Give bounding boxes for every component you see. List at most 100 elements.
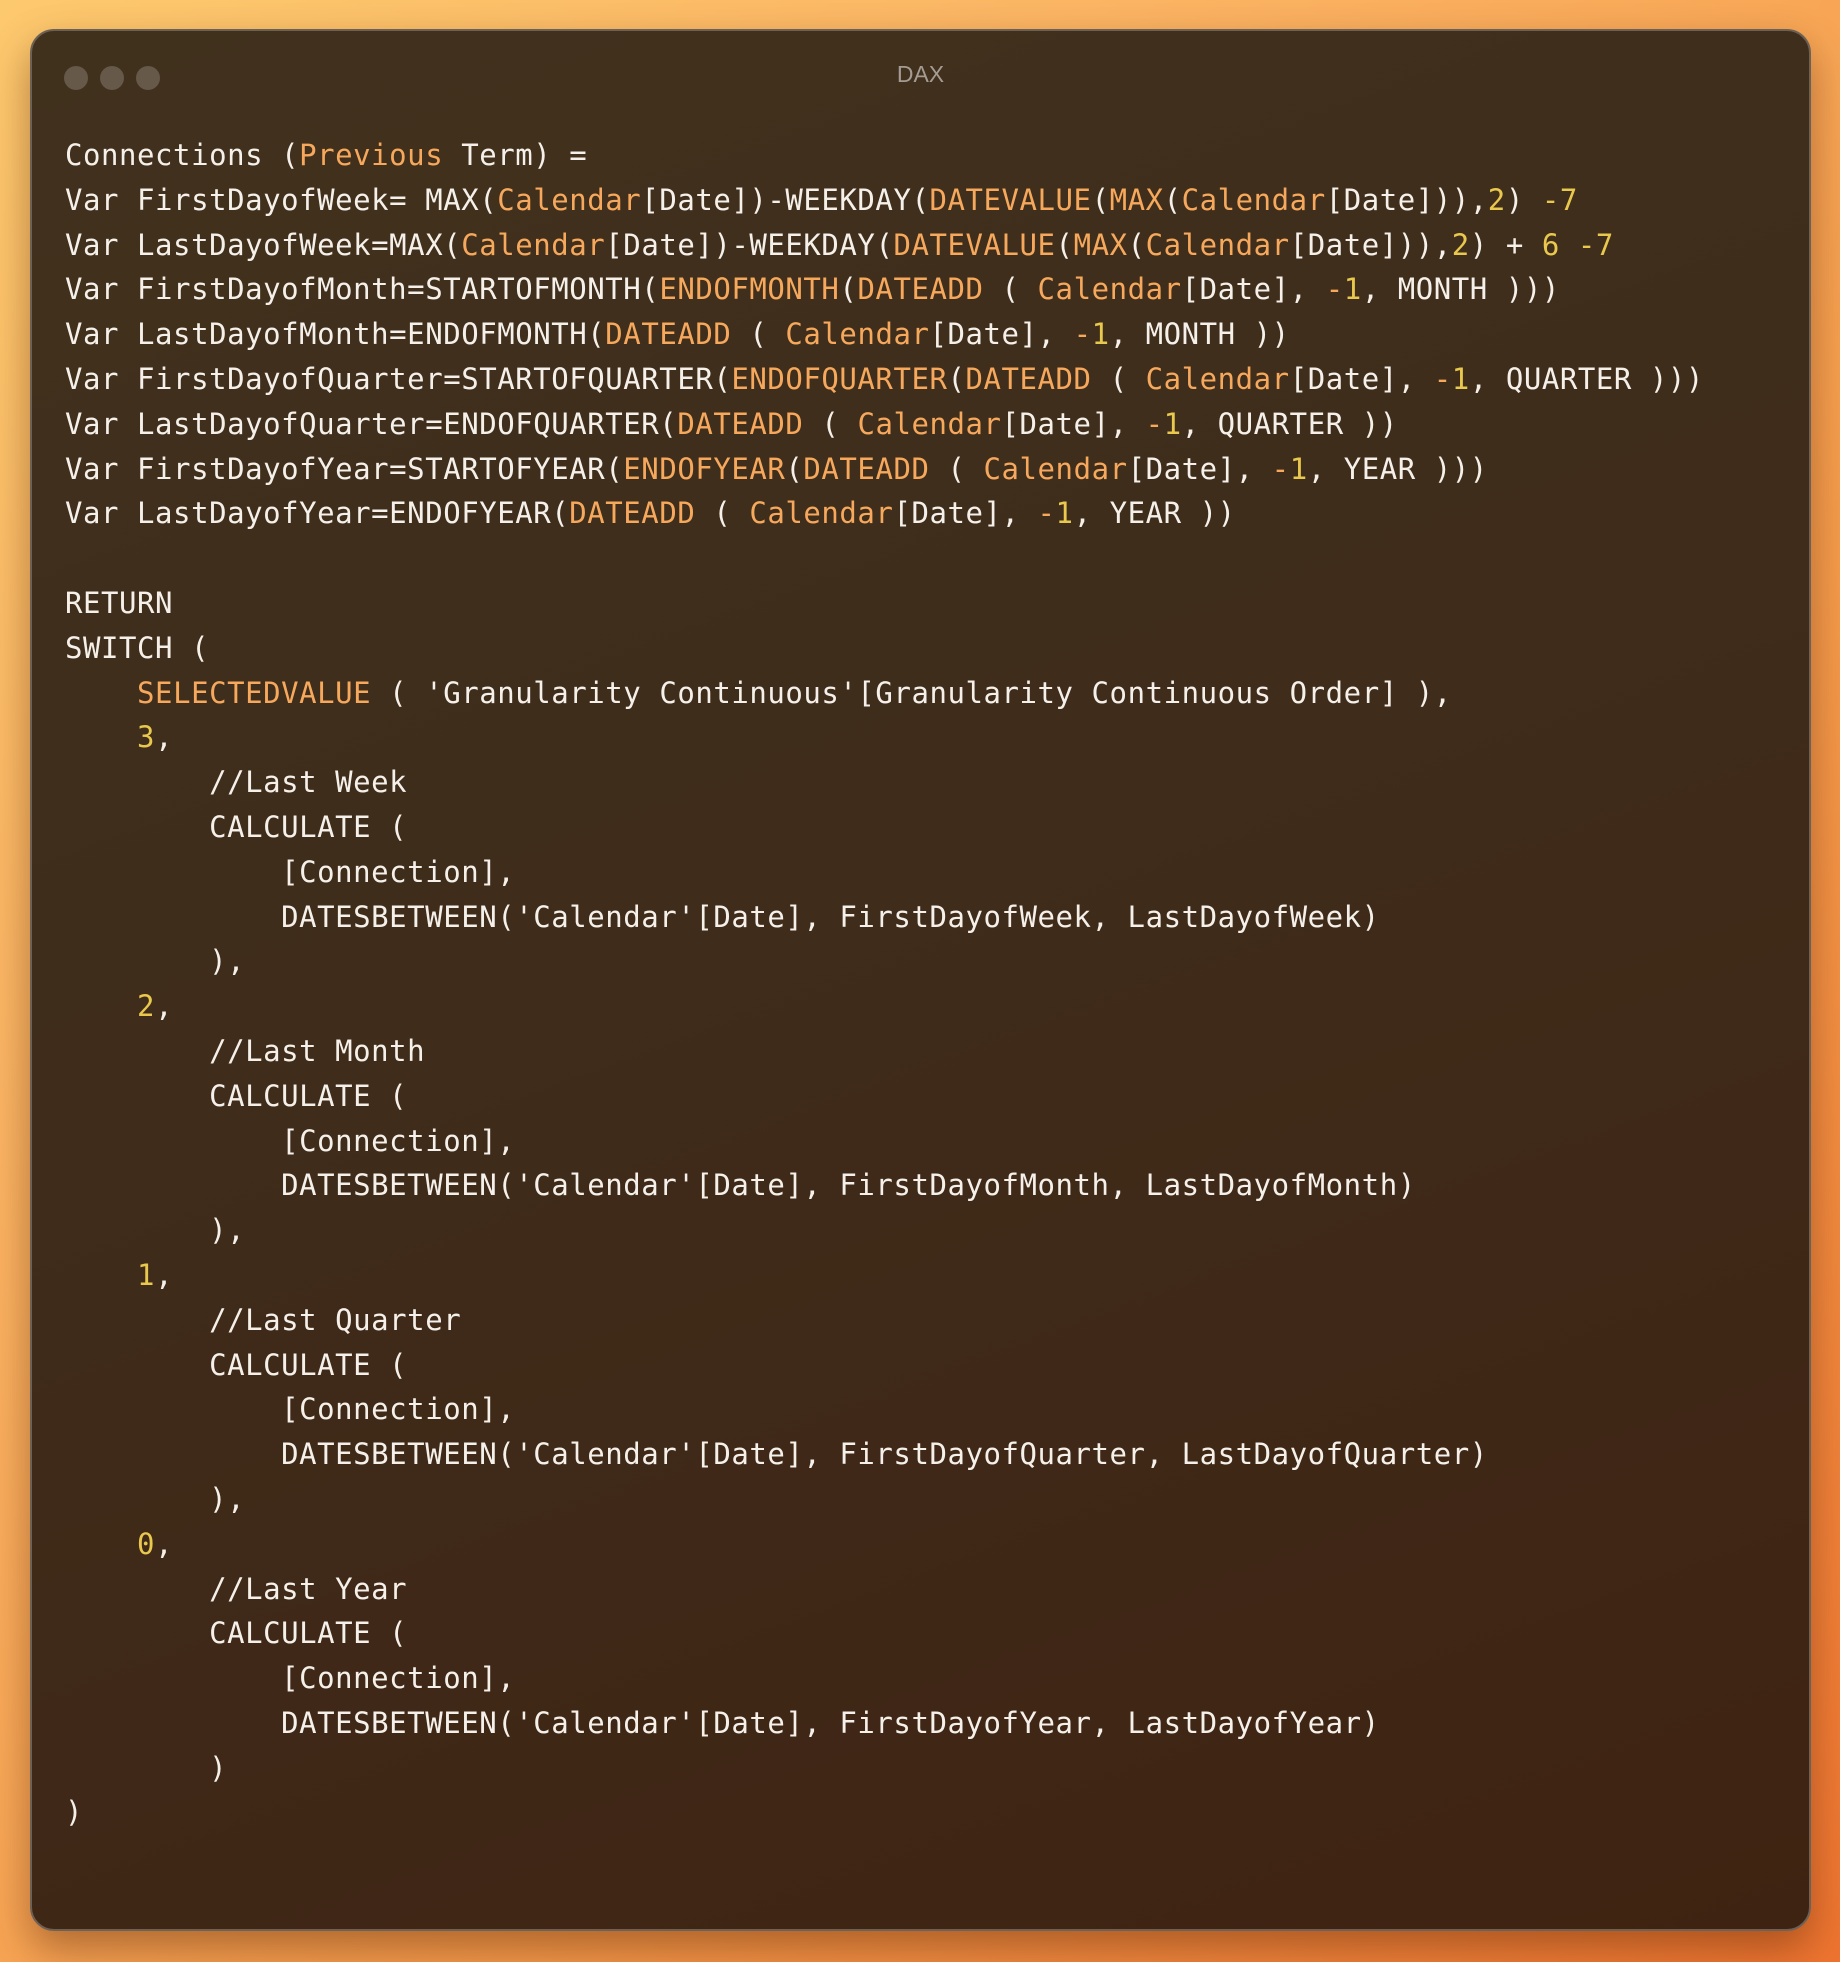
number-token: 1 [1451, 361, 1470, 396]
code-line: [Connection], [65, 1656, 1704, 1701]
code-token: [Date])-WEEKDAY( [605, 227, 894, 262]
code-line: [Connection], [65, 1387, 1704, 1432]
code-token: ( [1055, 227, 1074, 262]
code-line: CALCULATE ( [65, 805, 1704, 850]
function-token: Calendar [1145, 361, 1290, 396]
code-line: ) [65, 1790, 1704, 1835]
code-token: ( [839, 272, 858, 307]
code-line: Var FirstDayofQuarter=STARTOFQUARTER(END… [65, 357, 1704, 402]
function-token: - [1325, 272, 1344, 307]
code-token: Var LastDayofQuarter=ENDOFQUARTER( [65, 406, 678, 441]
number-token: 1 [1055, 496, 1074, 531]
code-line: DATESBETWEEN('Calendar'[Date], FirstDayo… [65, 1701, 1704, 1746]
function-token: Calendar [497, 182, 642, 217]
number-token: 0 [137, 1526, 156, 1561]
code-token: [Connection], [65, 1123, 516, 1158]
function-token: MAX [1109, 182, 1164, 217]
code-token: ( [1163, 182, 1182, 217]
code-token: //Last Week [65, 765, 408, 800]
code-line: ), [65, 1477, 1704, 1522]
code-token: //Last Year [65, 1571, 408, 1606]
code-token: Var FirstDayofYear=STARTOFYEAR( [65, 451, 624, 486]
code-line: ), [65, 1208, 1704, 1253]
code-token: DATESBETWEEN('Calendar'[Date], FirstDayo… [65, 1437, 1488, 1472]
code-token: , [155, 989, 174, 1024]
code-token: DATESBETWEEN('Calendar'[Date], FirstDayo… [65, 1168, 1416, 1203]
code-token: ( [785, 451, 804, 486]
code-token: //Last Month [65, 1033, 426, 1068]
function-token: Previous [299, 138, 444, 172]
function-token: - [1145, 406, 1164, 441]
code-token: ( [1127, 227, 1146, 262]
window-title: DAX [896, 61, 945, 87]
code-line: RETURN [65, 581, 1704, 626]
function-token: Calendar [1181, 182, 1326, 217]
code-token: ( [1091, 361, 1146, 396]
function-token: Calendar [749, 496, 894, 531]
function-token: - [1433, 361, 1452, 396]
code-token: , [155, 1526, 174, 1561]
function-token: DATEADD [677, 406, 804, 441]
code-line: DATESBETWEEN('Calendar'[Date], FirstDayo… [65, 895, 1704, 940]
number-token: 3 [137, 720, 156, 755]
function-token: Calendar [983, 451, 1128, 486]
code-token: Var FirstDayofWeek= MAX( [65, 182, 498, 217]
code-line: //Last Year [65, 1567, 1704, 1612]
code-line: CALCULATE ( [65, 1611, 1704, 1656]
function-token: ENDOFQUARTER [731, 361, 948, 396]
code-token: DATESBETWEEN('Calendar'[Date], FirstDayo… [65, 1705, 1380, 1740]
number-token: -7 [1541, 182, 1578, 217]
code-token: ) [1505, 182, 1542, 217]
code-token: ) + [1469, 227, 1542, 262]
code-token: Connections ( [65, 138, 300, 172]
code-token: SWITCH ( [65, 630, 210, 665]
code-token: Var LastDayofMonth=ENDOFMONTH( [65, 317, 606, 352]
code-token: ( 'Granularity Continuous'[Granularity C… [371, 675, 1452, 710]
code-line: [Connection], [65, 1119, 1704, 1164]
code-token: [Date], [893, 496, 1038, 531]
function-token: - [1073, 317, 1092, 352]
code-token: [Date], [1127, 451, 1272, 486]
code-token: ), [65, 944, 246, 979]
code-token: Term) = [443, 138, 588, 172]
code-line: Var LastDayofYear=ENDOFYEAR(DATEADD ( Ca… [65, 491, 1704, 536]
code-line: CALCULATE ( [65, 1074, 1704, 1119]
code-window: DAX Connections (Previous Term) = Var Fir… [30, 29, 1811, 1931]
function-token: DATEVALUE [893, 227, 1056, 262]
code-token: , MONTH ))) [1361, 272, 1560, 307]
code-token: Var LastDayofYear=ENDOFYEAR( [65, 496, 570, 531]
code-token: [Date], [1181, 272, 1326, 307]
code-line: CALCULATE ( [65, 1343, 1704, 1388]
code-token: ), [65, 1213, 246, 1248]
code-token: [Date], [1001, 406, 1146, 441]
code-line: Var LastDayofWeek=MAX(Calendar[Date])-WE… [65, 223, 1704, 268]
code-line: DATESBETWEEN('Calendar'[Date], FirstDayo… [65, 1432, 1704, 1477]
code-token: //Last Quarter [65, 1302, 462, 1337]
code-line: Var FirstDayofMonth=STARTOFMONTH(ENDOFMO… [65, 267, 1704, 312]
function-token: Calendar [461, 227, 606, 262]
code-token: ( [947, 361, 966, 396]
code-token: DATESBETWEEN('Calendar'[Date], FirstDayo… [65, 899, 1380, 934]
code-token: , [155, 720, 174, 755]
code-token: , MONTH )) [1109, 317, 1290, 352]
code-line: Var LastDayofMonth=ENDOFMONTH(DATEADD ( … [65, 312, 1704, 357]
code-token: [Date])), [1289, 227, 1452, 262]
code-line: DATESBETWEEN('Calendar'[Date], FirstDayo… [65, 1163, 1704, 1208]
function-token: DATEADD [803, 451, 930, 486]
code-token: ) [65, 1750, 228, 1785]
code-token: , [155, 1257, 174, 1292]
code-token: [Date], [1289, 361, 1434, 396]
title-bar: DAX [32, 31, 1809, 121]
function-token: Calendar [785, 317, 930, 352]
function-token: DATEADD [569, 496, 696, 531]
code-line: Var LastDayofQuarter=ENDOFQUARTER(DATEAD… [65, 402, 1704, 447]
code-token: ) [65, 1795, 84, 1830]
function-token: Calendar [1037, 272, 1182, 307]
code-block: Connections (Previous Term) = Var FirstDa… [65, 133, 1704, 1835]
code-token: ( [1091, 182, 1110, 217]
